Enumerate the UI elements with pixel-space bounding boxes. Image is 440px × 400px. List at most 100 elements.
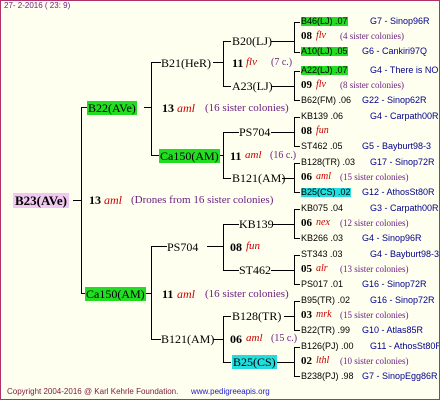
ancestor-num: 06 <box>301 217 312 229</box>
date-stamp: 27- 2-2016 ( 23: 9) <box>4 1 71 10</box>
l2-tag: aml <box>246 332 263 344</box>
connector <box>151 155 159 156</box>
copyright: Copyright 2004-2016 @ Karl Kehrle Founda… <box>7 387 179 396</box>
connector <box>144 107 152 108</box>
ancestor-tag: flv <box>316 30 326 41</box>
l2-num: 08 <box>230 240 242 254</box>
ancestor-num: 09 <box>301 79 312 91</box>
connector <box>223 132 239 133</box>
l2-note: (16 c.) <box>270 150 297 161</box>
ancestor-note: (8 sister colonies) <box>340 80 404 90</box>
ancestor-note: (4 sister colonies) <box>340 31 404 41</box>
l3-bee[interactable]: KB139 <box>239 218 274 230</box>
l3-bee[interactable]: A23(LJ) <box>232 80 273 92</box>
ancestor-bee[interactable]: A10(LJ) .05 <box>301 47 348 56</box>
connector <box>151 246 167 247</box>
l2-bee[interactable]: PS704 <box>167 241 198 253</box>
ancestor-id: G4 - There is NO <box>370 65 439 75</box>
l1-note: (16 sister colonies) <box>205 102 289 114</box>
ancestor-tag: lthl <box>316 355 330 366</box>
ancestor-bee[interactable]: ST462 .05 <box>301 142 343 151</box>
l3-bee[interactable]: PS704 <box>239 126 270 138</box>
l1-note: (16 sister colonies) <box>205 288 289 300</box>
ancestor-id: G6 - Cankiri97Q <box>362 46 428 56</box>
ancestor-id: G5 - Bayburt98-3 <box>362 141 432 151</box>
root-bee[interactable]: B23(AVe) <box>13 193 70 208</box>
connector <box>223 224 239 225</box>
ancestor-num: 05 <box>301 263 312 275</box>
connector <box>223 316 231 317</box>
ancestor-id: G3 - Carpath00R <box>370 203 439 213</box>
l2-bee[interactable]: B21(HeR) <box>161 57 211 69</box>
ancestor-num: 08 <box>301 30 312 42</box>
l1-num: 11 <box>162 287 174 301</box>
l2-num: 06 <box>230 332 242 346</box>
connector <box>207 246 224 247</box>
connector <box>223 41 231 42</box>
ancestor-id: G4 - Sinop96R <box>362 233 422 243</box>
l1-tag: aml <box>177 101 195 115</box>
ancestor-note: (13 sister colonies) <box>340 264 409 274</box>
l1-bee[interactable]: Ca150(AM) <box>85 287 146 301</box>
ancestor-note: (10 sister colonies) <box>340 356 409 366</box>
ancestor-bee[interactable]: B46(LJ) .07 <box>301 17 348 26</box>
l3-bee[interactable]: B25(CS) <box>232 355 277 369</box>
ancestor-note: (15 sister colonies) <box>340 172 409 182</box>
ancestor-note: (15 sister colonies) <box>340 310 409 320</box>
ancestor-bee[interactable]: B62(FM) .06 <box>301 96 351 105</box>
ancestor-num: 03 <box>301 309 312 321</box>
connector <box>223 86 231 87</box>
ancestor-num: 02 <box>301 355 312 367</box>
root-note: (Drones from 16 sister colonies) <box>131 194 274 206</box>
ancestor-bee[interactable]: KB266 .03 <box>301 234 343 243</box>
ancestor-bee[interactable]: ST343 .03 <box>301 250 343 259</box>
ancestor-id: G10 - Atlas85R <box>362 325 424 335</box>
ancestor-id: G12 - AthosSt80R <box>362 187 435 197</box>
connector <box>73 200 82 201</box>
ancestor-id: G4 - Bayburt98-3 <box>370 249 440 259</box>
ancestor-tag: fun <box>316 125 329 136</box>
connector <box>213 339 224 340</box>
ancestor-bee[interactable]: B95(TR) .02 <box>301 296 350 305</box>
ancestor-num: 06 <box>301 171 312 183</box>
ancestor-tag: aml <box>316 171 331 182</box>
connector <box>151 339 161 340</box>
connector <box>223 362 231 363</box>
ancestor-bee[interactable]: A22(LJ) .07 <box>301 66 348 75</box>
l2-bee[interactable]: Ca150(AM) <box>159 149 220 163</box>
l2-num: 11 <box>232 56 244 70</box>
connector <box>223 178 231 179</box>
connector <box>223 224 224 270</box>
pedigree-chart: 27- 2-2016 ( 23: 9) B23(AVe) 13 aml (Dro… <box>0 0 440 400</box>
l3-bee[interactable]: B128(TR) <box>232 310 281 322</box>
ancestor-bee[interactable]: KB139 .06 <box>301 112 343 121</box>
ancestor-bee[interactable]: B238(PJ) .98 <box>301 372 354 381</box>
ancestor-tag: mrk <box>316 309 332 320</box>
connector <box>223 41 224 86</box>
ancestor-id: G7 - Sinop96R <box>370 16 430 26</box>
site-link[interactable]: www.pedigreeapis.org <box>191 388 270 396</box>
ancestor-bee[interactable]: B25(CS) .02 <box>301 188 351 197</box>
l3-bee[interactable]: B20(LJ) <box>232 35 272 47</box>
ancestor-id: G22 - Sinop62R <box>362 95 427 105</box>
ancestor-id: G11 - AthosSt80R <box>370 341 440 351</box>
l3-bee[interactable]: ST462 <box>239 264 271 276</box>
l2-num: 11 <box>230 149 242 163</box>
l2-note: (15 c.) <box>271 333 298 344</box>
ancestor-note: (12 sister colonies) <box>340 218 409 228</box>
l3-bee[interactable]: B121(AM) <box>232 172 285 184</box>
ancestor-bee[interactable]: B128(TR) .03 <box>301 158 355 167</box>
l1-bee[interactable]: B22(AVe) <box>87 101 137 115</box>
ancestor-id: G17 - Sinop72R <box>370 157 435 167</box>
l1-tag: aml <box>177 287 195 301</box>
ancestor-tag: nex <box>316 217 330 228</box>
l2-bee[interactable]: B121(AM) <box>161 333 214 345</box>
ancestor-tag: flv <box>316 79 326 90</box>
ancestor-bee[interactable]: B22(TR) .99 <box>301 326 350 335</box>
ancestor-bee[interactable]: KB075 .04 <box>301 204 343 213</box>
ancestor-id: G4 - Carpath00R <box>370 111 439 121</box>
ancestor-id: G16 - Sinop72R <box>370 295 435 305</box>
ancestor-bee[interactable]: PS017 .01 <box>301 280 343 289</box>
root-num: 13 <box>89 193 101 207</box>
ancestor-bee[interactable]: B126(PJ) .00 <box>301 342 354 351</box>
